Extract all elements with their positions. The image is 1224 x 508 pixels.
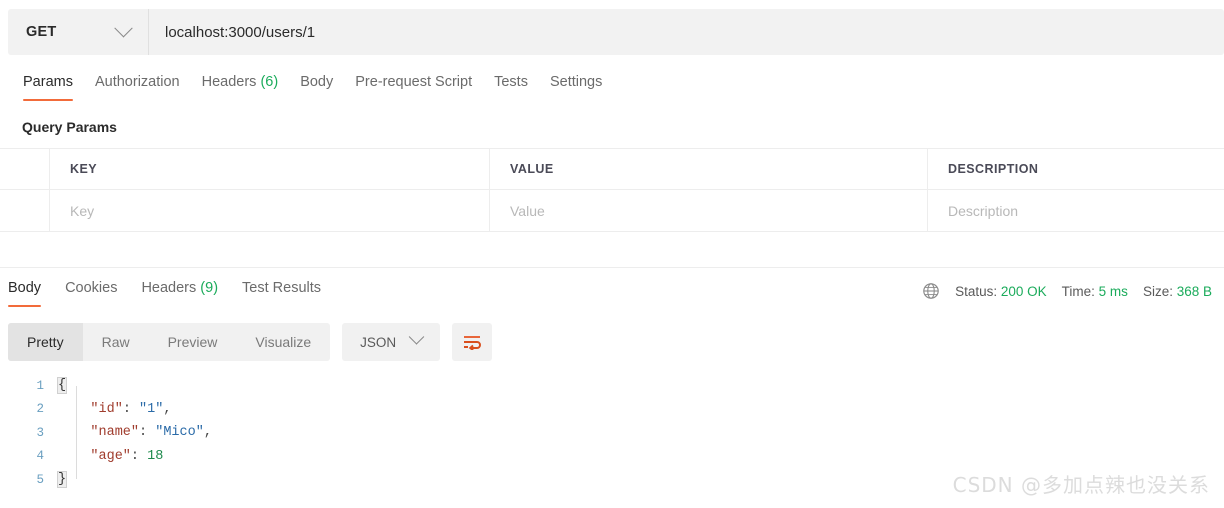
word-wrap-icon <box>464 336 482 350</box>
tab-body[interactable]: Body <box>289 70 344 102</box>
globe-icon <box>923 283 939 299</box>
tab-pre-request-script-label: Pre-request Script <box>355 74 473 90</box>
cell-value[interactable]: Value <box>490 190 928 231</box>
column-header-value: VALUE <box>510 162 554 176</box>
tab-response-headers-count: (9) <box>200 280 219 296</box>
cell-key-placeholder: Key <box>70 202 95 219</box>
response-tabs: Body Cookies Headers (9) Test Results <box>0 276 333 308</box>
json-number: 18 <box>147 448 164 464</box>
line-number: 1 <box>36 378 44 393</box>
column-header-key: KEY <box>70 162 98 176</box>
status-value: 200 OK <box>1000 283 1047 299</box>
size-value: 368 B <box>1176 283 1212 299</box>
code-line: 3 "name": "Mico", <box>0 421 1224 445</box>
word-wrap-button[interactable] <box>452 323 493 361</box>
chevron-down-icon <box>408 328 425 345</box>
time-value: 5 ms <box>1098 283 1128 299</box>
tab-test-results[interactable]: Test Results <box>230 276 333 308</box>
tab-params-label: Params <box>23 74 73 90</box>
json-brace-open: { <box>56 377 68 395</box>
code-line: 2 "id": "1", <box>0 398 1224 422</box>
json-string: "1" <box>139 401 164 417</box>
cell-description[interactable]: Description <box>928 190 1224 231</box>
status-label: Status: <box>955 283 998 299</box>
response-format-label: JSON <box>360 334 397 350</box>
tab-cookies[interactable]: Cookies <box>53 276 129 308</box>
tab-response-body-label: Body <box>8 280 42 296</box>
code-line-text: } <box>56 471 68 489</box>
tab-cookies-label: Cookies <box>65 280 118 296</box>
response-divider <box>0 267 1224 268</box>
json-string: "Mico" <box>155 425 204 441</box>
code-line-text: "id": "1", <box>90 401 172 417</box>
tab-headers-label: Headers <box>201 74 257 90</box>
response-format-toolbar: Pretty Raw Preview Visualize JSON <box>8 323 493 361</box>
status-group[interactable]: Status: 200 OK <box>955 284 1047 299</box>
request-url-input[interactable] <box>149 9 1224 55</box>
code-line-text: { <box>56 377 68 395</box>
time-label: Time: <box>1061 283 1095 299</box>
json-key: "age" <box>90 448 131 464</box>
postman-request-response-pane: GET Params Authorization Headers (6) Bod… <box>0 0 1224 508</box>
view-mode-pretty[interactable]: Pretty <box>8 323 83 361</box>
tab-body-label: Body <box>300 74 334 90</box>
view-mode-segmented-control: Pretty Raw Preview Visualize <box>8 323 331 361</box>
tab-response-body[interactable]: Body <box>0 276 53 308</box>
line-number: 5 <box>36 472 44 487</box>
code-line-text: "age": 18 <box>90 448 164 464</box>
line-number: 3 <box>36 425 44 440</box>
code-line-text: "name": "Mico", <box>90 425 212 441</box>
cell-key[interactable]: Key <box>50 190 490 231</box>
view-mode-preview-label: Preview <box>167 334 218 350</box>
tab-pre-request-script[interactable]: Pre-request Script <box>344 70 483 102</box>
row-checkbox-cell[interactable] <box>0 190 50 231</box>
column-header-description: DESCRIPTION <box>948 162 1039 176</box>
json-key: "id" <box>90 401 123 417</box>
response-format-selector[interactable]: JSON <box>342 323 441 361</box>
tab-test-results-label: Test Results <box>242 280 322 296</box>
tab-response-headers-label: Headers <box>141 280 197 296</box>
tab-headers-count: (6) <box>260 74 279 90</box>
code-line: 4 "age": 18 <box>0 445 1224 469</box>
json-key: "name" <box>90 425 140 441</box>
tab-headers[interactable]: Headers (6) <box>191 70 290 102</box>
response-meta: Status: 200 OK Time: 5 ms Size: 368 B <box>922 282 1212 300</box>
tab-authorization-label: Authorization <box>94 74 180 90</box>
time-group[interactable]: Time: 5 ms <box>1062 284 1128 299</box>
query-params-table: KEY VALUE DESCRIPTION Key Value Descript… <box>0 148 1224 232</box>
tab-settings[interactable]: Settings <box>539 70 613 102</box>
tab-tests[interactable]: Tests <box>483 70 539 102</box>
chevron-down-icon <box>114 18 133 37</box>
http-method-label: GET <box>26 24 57 40</box>
view-mode-preview[interactable]: Preview <box>149 323 237 361</box>
view-mode-visualize-label: Visualize <box>255 334 312 350</box>
json-brace-close: } <box>56 471 68 489</box>
url-bar: GET <box>0 0 1224 64</box>
cell-description-placeholder: Description <box>948 202 1019 219</box>
cell-value-placeholder: Value <box>510 202 545 219</box>
view-mode-raw[interactable]: Raw <box>83 323 149 361</box>
line-number: 2 <box>36 402 44 417</box>
tab-response-headers[interactable]: Headers (9) <box>129 276 230 308</box>
tab-params[interactable]: Params <box>12 70 84 102</box>
watermark: CSDN @多加点辣也没关系 <box>952 473 1210 497</box>
view-mode-visualize[interactable]: Visualize <box>236 323 330 361</box>
http-method-selector[interactable]: GET <box>8 9 149 55</box>
table-row[interactable]: Key Value Description <box>0 190 1224 231</box>
view-mode-pretty-label: Pretty <box>27 334 64 350</box>
tab-authorization[interactable]: Authorization <box>84 70 191 102</box>
tab-settings-label: Settings <box>549 74 603 90</box>
header-checkbox-cell <box>0 148 50 190</box>
code-line: 1 { <box>0 374 1224 398</box>
request-tabs: Params Authorization Headers (6) Body Pr… <box>0 70 613 110</box>
size-label: Size: <box>1142 283 1173 299</box>
line-number: 4 <box>36 449 44 464</box>
table-header-row: KEY VALUE DESCRIPTION <box>0 148 1224 190</box>
query-params-title: Query Params <box>22 119 117 135</box>
tab-tests-label: Tests <box>494 74 528 90</box>
size-group[interactable]: Size: 368 B <box>1143 284 1212 299</box>
view-mode-raw-label: Raw <box>101 334 130 350</box>
